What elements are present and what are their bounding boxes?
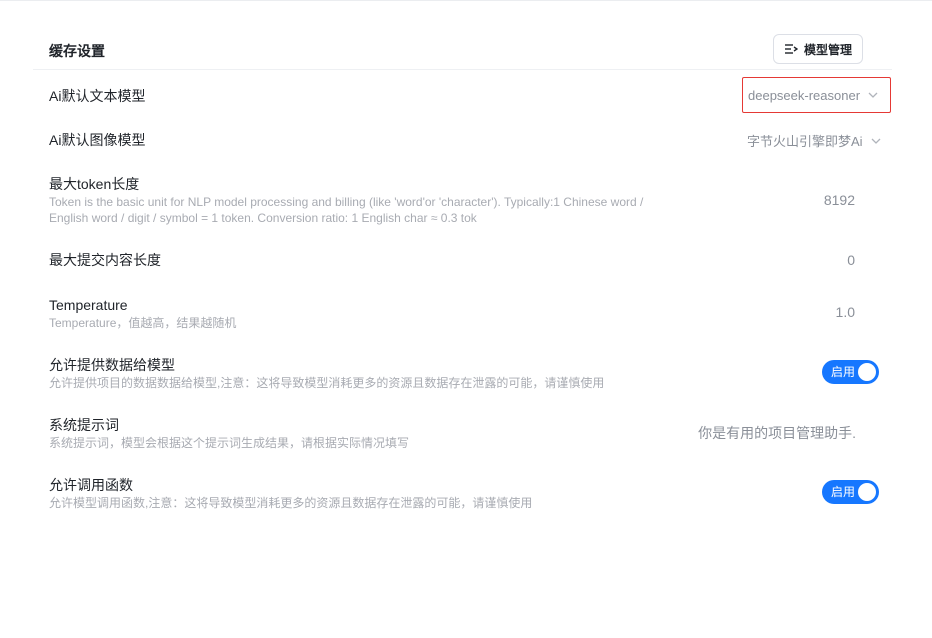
allow-functions-toggle-label: 启用 (831, 485, 856, 499)
text-model-value: deepseek-reasoner (748, 87, 861, 103)
allow-functions-description: 允许模型调用函数,注意：这将导致模型消耗更多的资源且数据存在泄露的可能，请谨慎使… (49, 496, 533, 510)
max-token-description-1: Token is the basic unit for NLP model pr… (49, 195, 644, 209)
page-title: 缓存设置 (49, 43, 105, 59)
image-model-select[interactable]: 字节火山引擎即梦Ai (747, 131, 881, 150)
allow-functions-toggle[interactable]: 启用 (822, 480, 879, 504)
allow-data-toggle-label: 启用 (831, 365, 856, 379)
max-submit-input[interactable]: 0 (847, 252, 855, 268)
list-arrow-icon (784, 44, 798, 54)
settings-header: 缓存设置 模型管理 (33, 30, 892, 70)
text-model-select[interactable]: deepseek-reasoner (742, 77, 892, 113)
temperature-label: Temperature (49, 297, 128, 313)
max-token-description-2: English word / digit / symbol = 1 token.… (49, 211, 477, 225)
allow-data-label: 允许提供数据给模型 (49, 357, 175, 373)
allow-functions-label: 允许调用函数 (49, 477, 133, 493)
chevron-down-icon (871, 138, 881, 144)
model-management-button[interactable]: 模型管理 (773, 34, 863, 64)
temperature-description: Temperature，值越高，结果越随机 (49, 316, 237, 330)
allow-data-toggle[interactable]: 启用 (822, 360, 879, 384)
toggle-knob (858, 363, 876, 381)
image-model-value: 字节火山引擎即梦Ai (747, 134, 863, 149)
setting-max-token: 最大token长度 Token is the basic unit for NL… (49, 175, 879, 226)
model-management-label: 模型管理 (803, 42, 852, 57)
setting-allow-data: 允许提供数据给模型 允许提供项目的数据数据给模型,注意：这将导致模型消耗更多的资… (49, 356, 879, 391)
temperature-input[interactable]: 1.0 (836, 304, 855, 320)
setting-allow-functions: 允许调用函数 允许模型调用函数,注意：这将导致模型消耗更多的资源且数据存在泄露的… (49, 476, 879, 511)
max-token-input[interactable]: 8192 (824, 192, 855, 208)
chevron-down-icon (868, 92, 878, 98)
max-submit-label: 最大提交内容长度 (49, 252, 161, 268)
toggle-knob (858, 483, 876, 501)
max-token-label: 最大token长度 (49, 176, 140, 192)
system-prompt-input[interactable] (630, 423, 856, 443)
setting-max-submit: 最大提交内容长度 (49, 251, 879, 269)
setting-temperature: Temperature Temperature，值越高，结果越随机 (49, 296, 879, 331)
top-divider (0, 0, 932, 1)
allow-data-description: 允许提供项目的数据数据给模型,注意：这将导致模型消耗更多的资源且数据存在泄露的可… (49, 376, 605, 390)
